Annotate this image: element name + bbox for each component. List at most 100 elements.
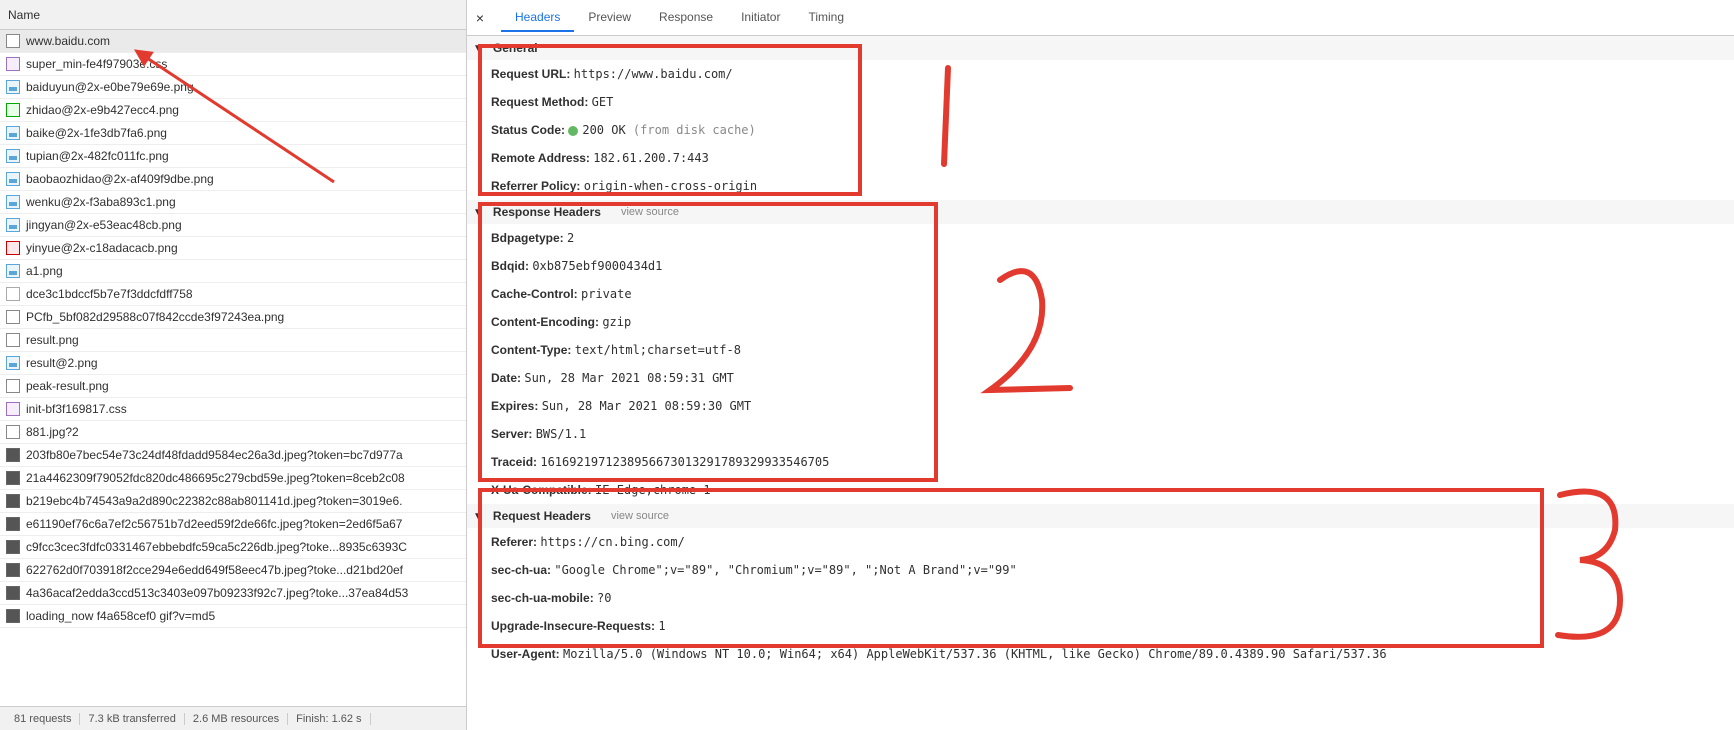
tab-timing[interactable]: Timing — [794, 4, 858, 32]
request-row[interactable]: loading_now f4a658cef0 gif?v=md5 — [0, 605, 466, 628]
file-name: peak-result.png — [26, 379, 109, 393]
header-key: X-Ua-Compatible: — [491, 483, 595, 497]
header-key: Bdpagetype: — [491, 231, 567, 245]
header-pair: Content-Encoding: gzip — [467, 308, 1734, 336]
file-name: wenku@2x-f3aba893c1.png — [26, 195, 176, 209]
status-dot-icon — [568, 126, 578, 136]
request-row[interactable]: result.png — [0, 329, 466, 352]
file-type-icon — [6, 195, 20, 209]
request-row[interactable]: e61190ef76c6a7ef2c56751b7d2eed59f2de66fc… — [0, 513, 466, 536]
file-type-icon — [6, 540, 20, 554]
request-row[interactable]: b219ebc4b74543a9a2d890c22382c88ab801141d… — [0, 490, 466, 513]
status-metric: Finish: 1.62 s — [288, 713, 370, 725]
request-row[interactable]: super_min-fe4f97903e.css — [0, 53, 466, 76]
header-key: sec-ch-ua: — [491, 563, 554, 577]
request-row[interactable]: 881.jpg?2 — [0, 421, 466, 444]
header-pair: Cache-Control: private — [467, 280, 1734, 308]
header-value: IE=Edge,chrome=1 — [595, 483, 711, 497]
caret-down-icon[interactable]: ▼ — [473, 207, 483, 218]
request-row[interactable]: baobaozhidao@2x-af409f9dbe.png — [0, 168, 466, 191]
header-pair: Status Code: 200 OK (from disk cache) — [467, 116, 1734, 144]
section-title: General — [493, 41, 538, 55]
header-key: Expires: — [491, 399, 542, 413]
request-row[interactable]: a1.png — [0, 260, 466, 283]
request-row[interactable]: tupian@2x-482fc011fc.png — [0, 145, 466, 168]
tab-preview[interactable]: Preview — [574, 4, 645, 32]
request-row[interactable]: zhidao@2x-e9b427ecc4.png — [0, 99, 466, 122]
header-pair: X-Ua-Compatible: IE=Edge,chrome=1 — [467, 476, 1734, 504]
file-type-icon — [6, 379, 20, 393]
request-row[interactable]: 21a4462309f79052fdc820dc486695c279cbd59e… — [0, 467, 466, 490]
file-type-icon — [6, 517, 20, 531]
request-row[interactable]: www.baidu.com — [0, 30, 466, 53]
header-key: Referer: — [491, 535, 540, 549]
file-type-icon — [6, 126, 20, 140]
header-pair: Expires: Sun, 28 Mar 2021 08:59:30 GMT — [467, 392, 1734, 420]
header-key: Content-Encoding: — [491, 315, 602, 329]
file-type-icon — [6, 172, 20, 186]
request-row[interactable]: baike@2x-1fe3db7fa6.png — [0, 122, 466, 145]
general-section: ▼ General Request URL: https://www.baidu… — [467, 36, 1734, 200]
header-value: ?0 — [597, 591, 611, 605]
status-metric: 2.6 MB resources — [185, 713, 288, 725]
file-name: yinyue@2x-c18adacacb.png — [26, 241, 178, 255]
file-name: www.baidu.com — [26, 34, 110, 48]
request-row[interactable]: 4a36acaf2edda3ccd513c3403e097b09233f92c7… — [0, 582, 466, 605]
file-type-icon — [6, 149, 20, 163]
header-pair: Content-Type: text/html;charset=utf-8 — [467, 336, 1734, 364]
file-type-icon — [6, 402, 20, 416]
file-type-icon — [6, 103, 20, 117]
view-source-link[interactable]: view source — [611, 510, 669, 522]
request-row[interactable]: init-bf3f169817.css — [0, 398, 466, 421]
caret-down-icon[interactable]: ▼ — [473, 511, 483, 522]
file-name: baiduyun@2x-e0be79e69e.png — [26, 80, 194, 94]
file-type-icon — [6, 287, 20, 301]
request-row[interactable]: c9fcc3cec3fdfc0331467ebbebdfc59ca5c226db… — [0, 536, 466, 559]
request-row[interactable]: dce3c1bdccf5b7e7f3ddcfdff758 — [0, 283, 466, 306]
status-metric: 81 requests — [6, 713, 80, 725]
header-value: gzip — [602, 315, 631, 329]
file-type-icon — [6, 264, 20, 278]
close-icon[interactable]: × — [473, 11, 487, 25]
request-row[interactable]: yinyue@2x-c18adacacb.png — [0, 237, 466, 260]
header-key: Referrer Policy: — [491, 179, 584, 193]
request-row[interactable]: 622762d0f703918f2cce294e6edd649f58eec47b… — [0, 559, 466, 582]
tab-response[interactable]: Response — [645, 4, 727, 32]
header-pair: Referrer Policy: origin-when-cross-origi… — [467, 172, 1734, 200]
header-key: sec-ch-ua-mobile: — [491, 591, 597, 605]
file-name: loading_now f4a658cef0 gif?v=md5 — [26, 609, 215, 623]
response-headers-section: ▼ Response Headers view source Bdpagetyp… — [467, 200, 1734, 504]
file-type-icon — [6, 586, 20, 600]
file-name: tupian@2x-482fc011fc.png — [26, 149, 169, 163]
header-pair: Request URL: https://www.baidu.com/ — [467, 60, 1734, 88]
header-value: 200 OK — [582, 123, 633, 137]
header-key: Status Code: — [491, 123, 568, 137]
requests-list: www.baidu.com super_min-fe4f97903e.cssbai… — [0, 30, 466, 706]
tab-initiator[interactable]: Initiator — [727, 4, 794, 32]
request-row[interactable]: peak-result.png — [0, 375, 466, 398]
request-row[interactable]: PCfb_5bf082d29588c07f842ccde3f97243ea.pn… — [0, 306, 466, 329]
header-pair: Remote Address: 182.61.200.7:443 — [467, 144, 1734, 172]
file-type-icon — [6, 425, 20, 439]
header-pair: sec-ch-ua-mobile: ?0 — [467, 584, 1734, 612]
file-name: baobaozhidao@2x-af409f9dbe.png — [26, 172, 214, 186]
file-name: init-bf3f169817.css — [26, 402, 127, 416]
view-source-link[interactable]: view source — [621, 206, 679, 218]
request-row[interactable]: result@2.png — [0, 352, 466, 375]
request-row[interactable]: baiduyun@2x-e0be79e69e.png — [0, 76, 466, 99]
request-row[interactable]: wenku@2x-f3aba893c1.png — [0, 191, 466, 214]
caret-down-icon[interactable]: ▼ — [473, 43, 483, 54]
file-name: dce3c1bdccf5b7e7f3ddcfdff758 — [26, 287, 193, 301]
header-value: "Google Chrome";v="89", "Chromium";v="89… — [554, 563, 1016, 577]
header-key: Server: — [491, 427, 536, 441]
request-row[interactable]: jingyan@2x-e53eac48cb.png — [0, 214, 466, 237]
section-title: Response Headers — [493, 205, 601, 219]
column-header-name[interactable]: Name — [0, 0, 466, 30]
file-type-icon — [6, 57, 20, 71]
header-value: origin-when-cross-origin — [584, 179, 757, 193]
file-name: 881.jpg?2 — [26, 425, 79, 439]
file-type-icon — [6, 609, 20, 623]
file-type-icon — [6, 356, 20, 370]
request-row[interactable]: 203fb80e7bec54e73c24df48fdadd9584ec26a3d… — [0, 444, 466, 467]
tab-headers[interactable]: Headers — [501, 4, 574, 32]
